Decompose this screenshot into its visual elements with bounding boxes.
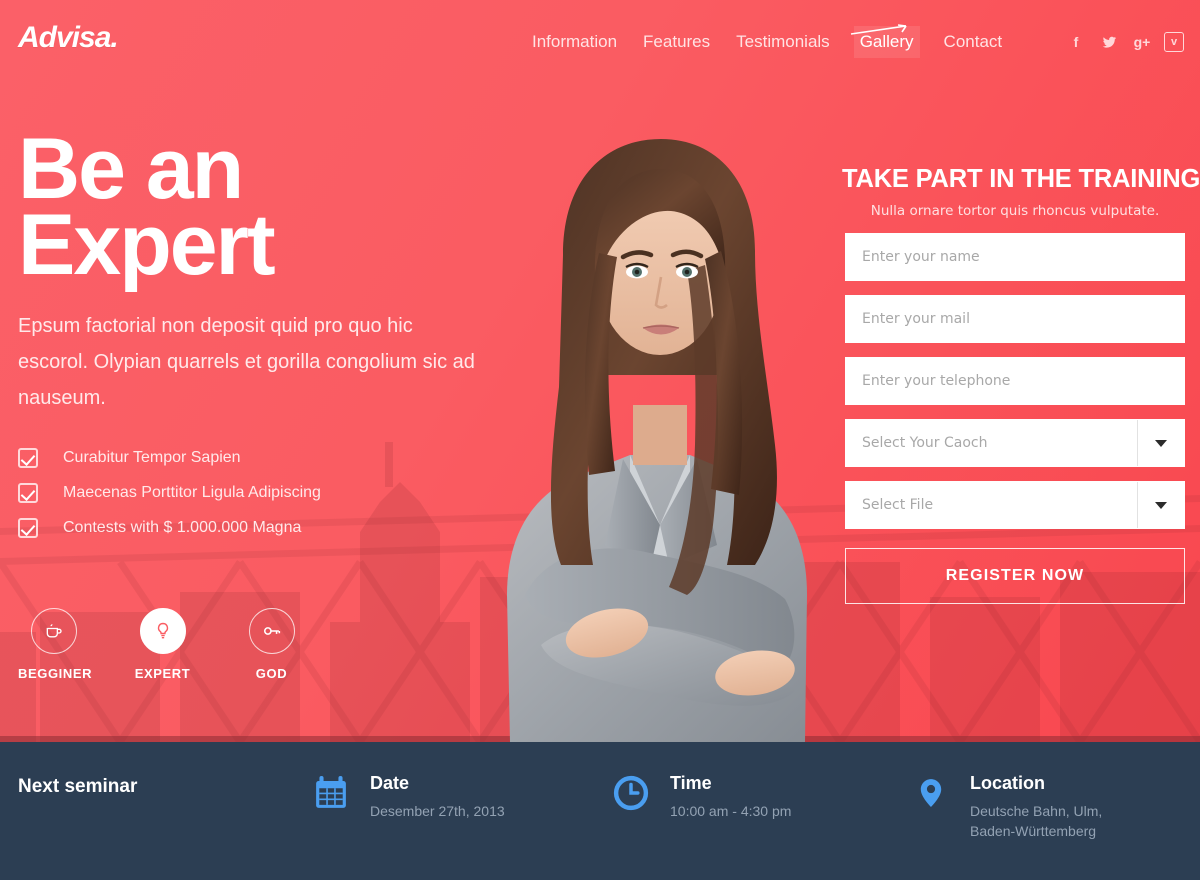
chevron-down-icon[interactable] bbox=[1137, 482, 1184, 528]
level-begginer-circle bbox=[30, 608, 77, 654]
twitter-icon[interactable] bbox=[1098, 31, 1120, 53]
coach-select[interactable]: Select Your Caoch bbox=[845, 419, 1185, 467]
next-seminar-heading: Next seminar bbox=[18, 776, 138, 797]
hero-left-column: Be an Expert Epsum factorial non deposit… bbox=[18, 126, 488, 545]
clock-icon bbox=[610, 774, 652, 822]
checkmark-icon bbox=[18, 482, 38, 503]
level-god-circle bbox=[248, 608, 295, 654]
page-title: Be an Expert bbox=[18, 126, 488, 288]
hero-section: Advisa. Information Features Testimonial… bbox=[0, 0, 1200, 742]
checklist-item-label: Contests with $ 1.000.000 Magna bbox=[63, 518, 302, 536]
telephone-field-placeholder: Enter your telephone bbox=[862, 373, 1011, 389]
checklist-item: Curabitur Tempor Sapien bbox=[18, 440, 488, 475]
seminar-location-block: Location Deutsche Bahn, Ulm, Baden-Württe… bbox=[910, 774, 1102, 842]
chevron-down-icon[interactable] bbox=[1137, 420, 1184, 466]
file-select[interactable]: Select File bbox=[845, 481, 1185, 529]
lightbulb-icon bbox=[157, 622, 168, 639]
seminar-date-value: Desember 27th, 2013 bbox=[370, 803, 505, 819]
hero-lead-paragraph: Epsum factorial non deposit quid pro quo… bbox=[18, 315, 475, 409]
twitter-bird-glyph bbox=[1102, 36, 1116, 48]
nav-item-gallery[interactable]: Gallery bbox=[853, 26, 920, 58]
email-field-placeholder: Enter your mail bbox=[862, 311, 970, 327]
level-expert-label: EXPERT bbox=[134, 666, 191, 681]
facebook-icon[interactable]: f bbox=[1065, 31, 1087, 53]
level-expert-circle bbox=[139, 608, 186, 654]
seminar-time-title: Time bbox=[670, 773, 712, 793]
file-select-placeholder: Select File bbox=[862, 497, 934, 513]
nav-item-features[interactable]: Features bbox=[641, 28, 712, 56]
nav-item-testimonials[interactable]: Testimonials bbox=[734, 28, 832, 56]
register-now-button[interactable]: REGISTER NOW bbox=[845, 548, 1185, 604]
calendar-icon bbox=[310, 774, 352, 822]
checklist-item: Maecenas Porttitor Ligula Adipiscing bbox=[18, 475, 488, 510]
top-navigation-bar: Advisa. Information Features Testimonial… bbox=[0, 0, 1200, 84]
clock-glyph bbox=[613, 775, 649, 811]
map-pin-icon bbox=[910, 774, 952, 842]
skill-level-selector: BEGGINER EXPERT GOD bbox=[18, 608, 307, 681]
checklist-item-label: Curabitur Tempor Sapien bbox=[63, 448, 241, 466]
google-plus-icon[interactable]: g+ bbox=[1131, 31, 1153, 53]
headline-line-2: Expert bbox=[18, 196, 276, 293]
hero-portrait-photo bbox=[507, 139, 807, 742]
registration-form: TAKE PART IN THE TRAINING Nulla ornare t… bbox=[842, 165, 1200, 604]
name-field-placeholder: Enter your name bbox=[862, 249, 980, 265]
level-begginer-label: BEGGINER bbox=[18, 666, 93, 681]
calendar-glyph bbox=[316, 776, 346, 808]
checklist-item-label: Maecenas Porttitor Ligula Adipiscing bbox=[63, 483, 321, 501]
vimeo-icon[interactable]: v bbox=[1164, 32, 1184, 52]
checkmark-icon bbox=[18, 447, 38, 468]
checklist-item: Contests with $ 1.000.000 Magna bbox=[18, 510, 488, 545]
coffee-cup-icon bbox=[46, 624, 62, 638]
map-pin-glyph bbox=[920, 779, 942, 807]
seminar-date-block: Date Desember 27th, 2013 bbox=[310, 774, 505, 822]
nav-item-information[interactable]: Information bbox=[530, 28, 619, 56]
social-links: f g+ v bbox=[1065, 31, 1184, 53]
level-god-label: GOD bbox=[255, 666, 288, 681]
seminar-time-value: 10:00 am - 4:30 pm bbox=[670, 803, 792, 819]
seminar-date-title: Date bbox=[370, 773, 410, 793]
coach-select-placeholder: Select Your Caoch bbox=[862, 435, 988, 451]
seminar-time-block: Time 10:00 am - 4:30 pm bbox=[610, 774, 791, 822]
nav-item-contact[interactable]: Contact bbox=[942, 28, 1005, 56]
telephone-field[interactable]: Enter your telephone bbox=[845, 357, 1185, 405]
level-begginer[interactable]: BEGGINER bbox=[18, 608, 93, 681]
level-god[interactable]: GOD bbox=[236, 608, 307, 681]
key-icon bbox=[263, 627, 280, 635]
seminar-location-title: Location bbox=[970, 773, 1045, 793]
feature-checklist: Curabitur Tempor Sapien Maecenas Porttit… bbox=[18, 440, 488, 545]
seminar-info-bar: Next seminar Date Desember 27th, 2013 Ti… bbox=[0, 742, 1200, 880]
checkmark-icon bbox=[18, 517, 38, 538]
brand-logo[interactable]: Advisa. bbox=[18, 21, 119, 55]
name-field[interactable]: Enter your name bbox=[845, 233, 1185, 281]
nav-links: Information Features Testimonials Galler… bbox=[530, 26, 1005, 58]
seminar-location-value: Deutsche Bahn, Ulm, Baden-Württemberg bbox=[970, 803, 1103, 839]
form-subtitle: Nulla ornare tortor quis rhoncus vulputa… bbox=[870, 203, 1160, 219]
form-title: TAKE PART IN THE TRAINING bbox=[842, 165, 1200, 193]
level-expert[interactable]: EXPERT bbox=[127, 608, 198, 681]
email-field[interactable]: Enter your mail bbox=[845, 295, 1185, 343]
